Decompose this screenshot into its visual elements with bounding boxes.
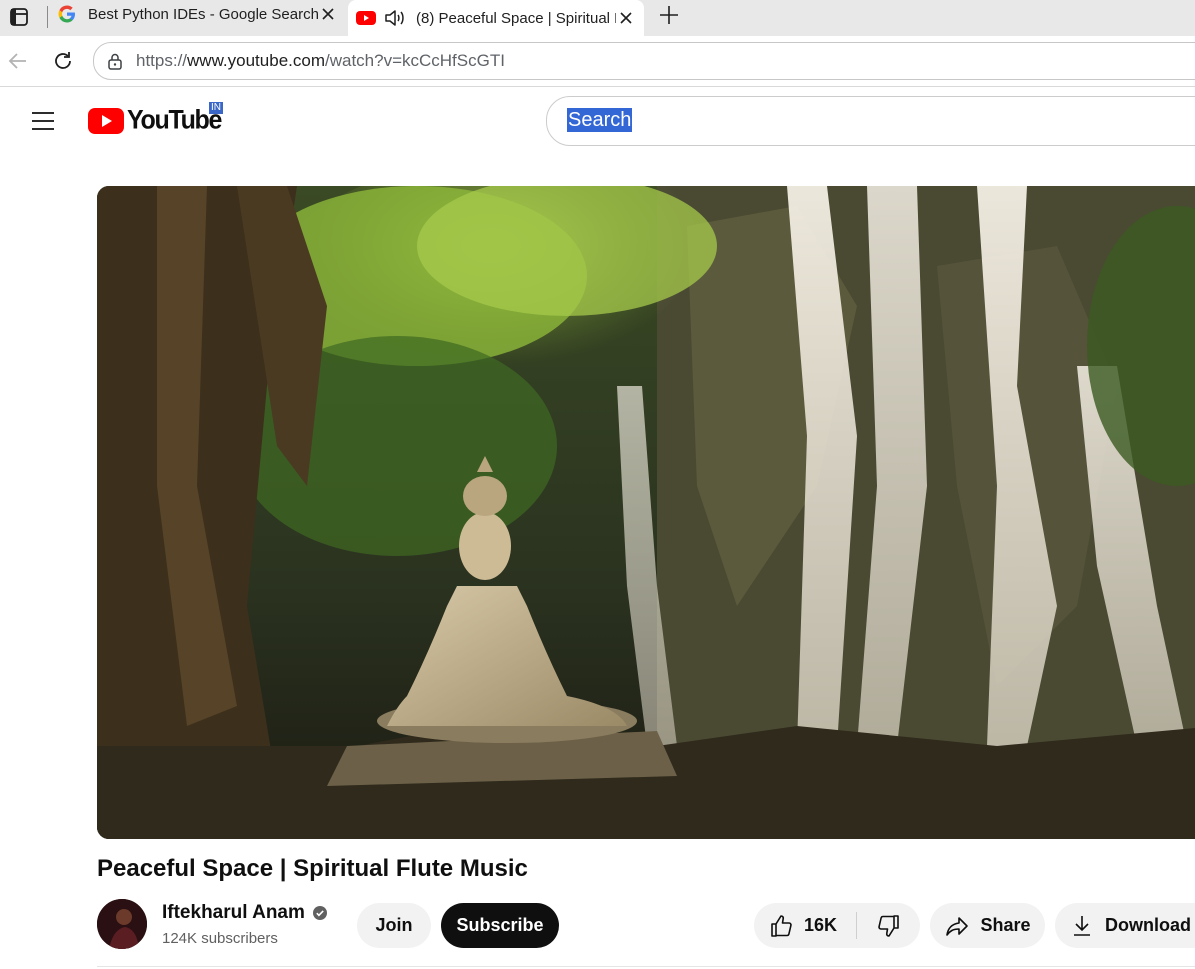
channel-name-text[interactable]: Iftekharul Anam — [162, 902, 305, 924]
tab-title: (8) Peaceful Space | Spiritual Flute Mus… — [416, 9, 616, 27]
download-label: Download — [1105, 915, 1191, 935]
tab-google-search[interactable]: Best Python IDEs - Google Search — [56, 0, 346, 28]
tab-actions-icon[interactable] — [8, 6, 30, 28]
download-icon — [1074, 915, 1090, 936]
close-tab-icon[interactable] — [616, 8, 636, 28]
country-code: IN — [209, 102, 223, 114]
like-dislike-group: 16K — [754, 903, 920, 948]
browser-toolbar: https://www.youtube.com/watch?v=kcCcHfSc… — [0, 36, 1195, 87]
google-icon — [58, 5, 75, 23]
lock-icon[interactable] — [106, 52, 124, 70]
search-box[interactable]: Search — [546, 96, 1195, 146]
url-domain: www.youtube.com — [187, 51, 325, 70]
video-frame-image — [97, 186, 1195, 839]
back-arrow-icon[interactable] — [6, 49, 30, 73]
avatar-image — [97, 899, 147, 949]
verified-icon — [312, 906, 327, 920]
video-title: Peaceful Space | Spiritual Flute Music — [97, 855, 528, 882]
dislike-button[interactable] — [857, 903, 920, 948]
thumbs-down-icon — [877, 914, 899, 937]
thumbs-up-icon — [771, 914, 792, 937]
url-path: /watch?v=kcCcHfScGTI — [324, 51, 505, 70]
share-icon — [946, 916, 969, 936]
url-prefix: https:// — [136, 51, 188, 70]
reload-icon[interactable] — [51, 49, 75, 73]
tab-separator — [47, 6, 48, 28]
logo-text: YouTube — [127, 104, 222, 136]
search-input[interactable]: Search — [567, 108, 633, 132]
youtube-logo[interactable]: YouTube — [88, 104, 222, 136]
new-tab-icon[interactable] — [656, 2, 682, 28]
tab-title: Best Python IDEs - Google Search — [88, 5, 318, 23]
menu-icon[interactable] — [31, 110, 55, 132]
video-player[interactable] — [97, 186, 1195, 839]
channel-name[interactable]: Iftekharul Anam — [162, 902, 328, 924]
close-tab-icon[interactable] — [318, 4, 338, 24]
url-text: https://www.youtube.com/watch?v=kcCcHfSc… — [136, 51, 505, 71]
share-label: Share — [980, 915, 1031, 935]
join-button[interactable]: Join — [357, 903, 431, 948]
youtube-icon — [356, 11, 376, 25]
address-bar[interactable]: https://www.youtube.com/watch?v=kcCcHfSc… — [93, 42, 1195, 80]
like-count: 16K — [804, 915, 838, 935]
channel-avatar[interactable] — [97, 899, 147, 949]
browser-tab-strip: Best Python IDEs - Google Search (8) Pea… — [0, 0, 1195, 36]
like-button[interactable]: 16K — [754, 903, 856, 948]
subscriber-count: 124K subscribers — [162, 930, 278, 947]
tab-youtube-video[interactable]: (8) Peaceful Space | Spiritual Flute Mus… — [348, 0, 644, 36]
subscribe-button[interactable]: Subscribe — [441, 903, 559, 948]
section-divider — [97, 966, 1195, 967]
share-button[interactable]: Share — [930, 903, 1045, 948]
youtube-logo-icon — [88, 107, 124, 134]
speaker-icon[interactable] — [384, 8, 406, 28]
download-button[interactable]: Download — [1055, 903, 1195, 948]
